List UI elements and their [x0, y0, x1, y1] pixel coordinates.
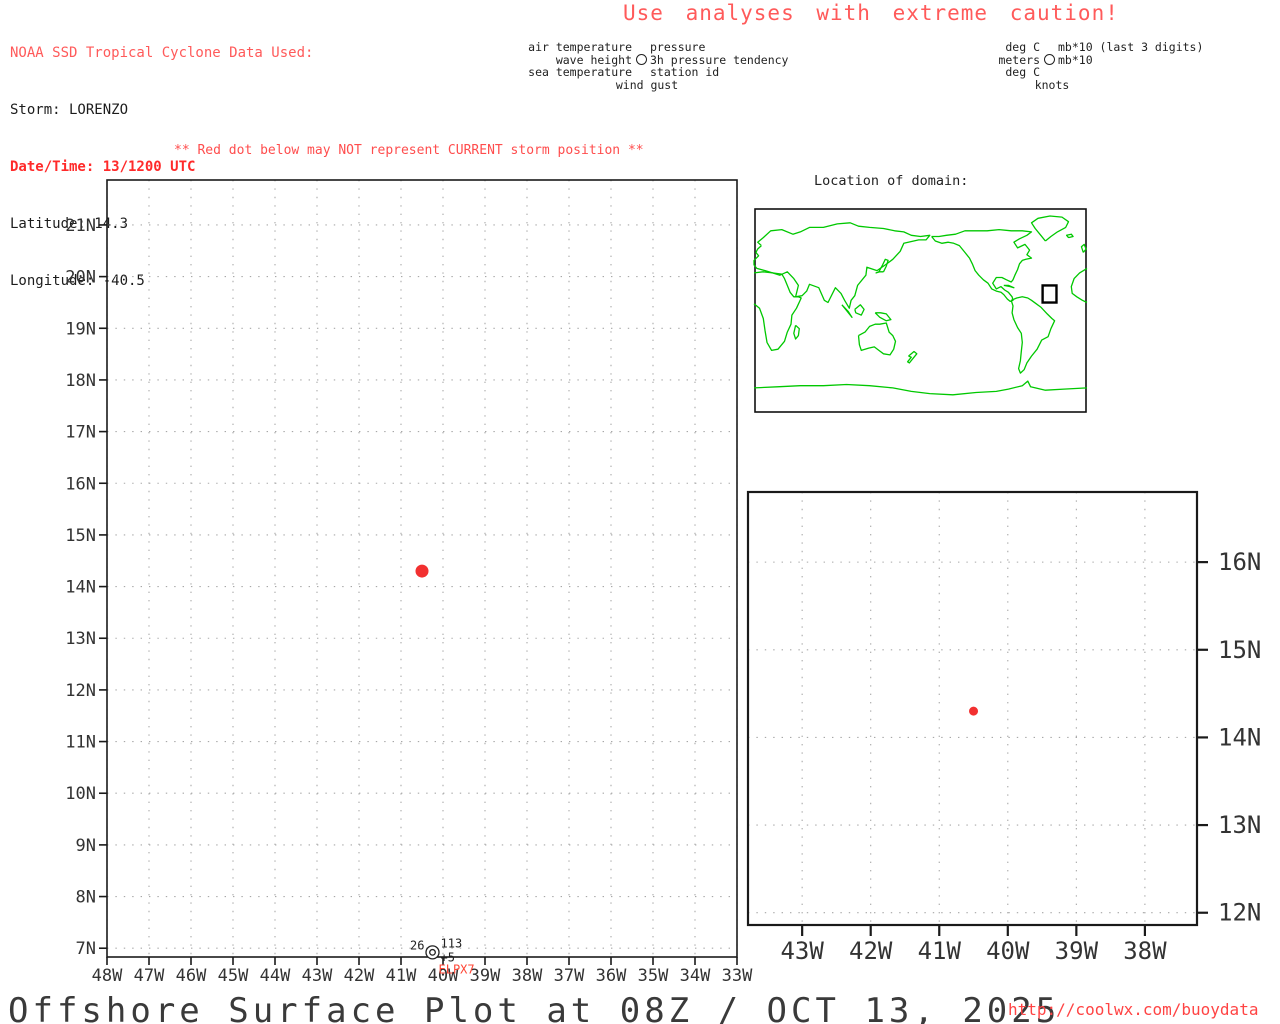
coastline — [753, 222, 931, 309]
coastline — [874, 312, 892, 322]
station-model-legend: air temperature pressure wave height 3h … — [518, 41, 788, 91]
y-axis-label: 11N — [65, 733, 96, 753]
coastline — [1003, 284, 1015, 289]
station-circle-icon — [425, 945, 440, 960]
coastline — [1065, 233, 1074, 239]
unit-knots: knots — [1034, 77, 1070, 92]
legend-air-temperature: air temperature — [528, 40, 632, 54]
x-axis-label: 37W — [554, 966, 585, 986]
x-axis-label: 47W — [134, 966, 165, 986]
station-circle-icon — [1043, 53, 1055, 65]
y-axis-label: 15N — [1218, 636, 1261, 664]
units-legend: deg C mb*10 (last 3 digits) meters mb*10… — [988, 41, 1203, 91]
coastline — [857, 322, 897, 356]
y-axis-label: 16N — [65, 474, 96, 494]
x-axis-label: 39W — [1055, 937, 1099, 965]
x-axis-label: 43W — [302, 966, 333, 986]
x-axis-label: 42W — [344, 966, 375, 986]
domain-box — [1041, 284, 1058, 304]
coastline — [906, 350, 918, 364]
x-axis-label: 45W — [218, 966, 249, 986]
coastline — [1070, 267, 1088, 304]
y-axis-label: 13N — [65, 629, 96, 649]
x-axis-label: 41W — [918, 937, 962, 965]
y-axis-label: 14N — [1218, 723, 1261, 751]
world-map — [753, 208, 1088, 413]
coastline — [841, 304, 853, 318]
unit-pressure: mb*10 (last 3 digits) — [1058, 40, 1204, 54]
storm-position-dot — [969, 706, 979, 716]
main-plot: 21N 20N 19N 18N 17N 16N 15N 14N 13N 12N 11N 10N 9N 8N… — [65, 179, 753, 986]
coastline — [793, 324, 800, 340]
footer-plot-title: Offshore Surface Plot at 08Z / OCT 13, 2… — [8, 991, 1061, 1024]
x-axis-label: 41W — [386, 966, 417, 986]
station-id: ELPX7 — [439, 962, 475, 976]
y-axis-label: 14N — [65, 578, 96, 598]
y-axis-label: 19N — [65, 319, 96, 339]
y-axis-label: 20N — [65, 268, 96, 288]
x-axis-label: 40W — [986, 937, 1030, 965]
buoy-plot-page: NOAA SSD Tropical Cyclone Data Used: Sto… — [0, 0, 1280, 1024]
coastline — [931, 228, 1033, 303]
storm-position-dot — [415, 564, 429, 578]
x-axis-label: 46W — [176, 966, 207, 986]
y-axis-label: 18N — [65, 371, 96, 391]
y-axis-label: 7N — [76, 939, 96, 959]
caution-title: Use analyses with extreme caution! — [623, 1, 1119, 25]
coastline — [875, 258, 889, 274]
unit-deg-c-sea: deg C — [1005, 65, 1040, 79]
noaa-source-line: NOAA SSD Tropical Cyclone Data Used: — [10, 45, 314, 61]
legend-station-id: station id — [650, 65, 720, 79]
y-axis-label: 12N — [1218, 899, 1261, 927]
y-axis-label: 8N — [76, 888, 96, 908]
unit-deg-c-air: deg C — [1005, 40, 1040, 54]
y-axis-label: 17N — [65, 423, 96, 443]
x-axis-label: 35W — [638, 966, 669, 986]
coastline — [854, 304, 865, 316]
map-title: Location of domain: — [814, 173, 969, 189]
storm-name-line: Storm: LORENZO — [10, 102, 129, 118]
coastline — [753, 271, 802, 352]
red-dot-warning: ** Red dot below may NOT represent CURRE… — [174, 143, 644, 158]
coastline — [1010, 296, 1056, 374]
footer-url-link[interactable]: http://coolwx.com/buoydata — [1008, 1000, 1258, 1019]
station-air-temp: 26 — [410, 938, 424, 952]
y-axis-label: 13N — [1218, 811, 1261, 839]
x-axis-label: 34W — [680, 966, 711, 986]
x-axis-label: 42W — [849, 937, 893, 965]
zoom-plot: 16N 15N 14N 13N 12N 43W 42W 41W 40W 39W 38W — [746, 490, 1261, 965]
coastline — [753, 380, 1088, 396]
legend-sea-temperature: sea temperature — [528, 65, 632, 79]
y-axis-label: 10N — [65, 784, 96, 804]
y-axis-label: 12N — [65, 681, 96, 701]
x-axis-label: 36W — [596, 966, 627, 986]
station-circle-icon — [635, 53, 647, 65]
unit-mb10: mb*10 — [1058, 52, 1093, 67]
station-pressure: 113 — [441, 936, 463, 950]
y-axis-label: 15N — [65, 526, 96, 546]
x-axis-label: 44W — [260, 966, 291, 986]
unit-blank — [1058, 66, 1203, 79]
legend-wind-gust: wind gust — [615, 77, 679, 92]
y-axis-label: 16N — [1218, 548, 1261, 576]
x-axis-label: 38W — [1123, 937, 1167, 965]
y-axis-label: 21N — [65, 216, 96, 236]
coastline — [1030, 215, 1070, 242]
y-axis-label: 9N — [76, 836, 96, 856]
x-axis-label: 43W — [780, 937, 824, 965]
x-axis-label: 48W — [92, 966, 123, 986]
x-axis-label: 38W — [512, 966, 543, 986]
legend-pressure: pressure — [650, 40, 706, 54]
